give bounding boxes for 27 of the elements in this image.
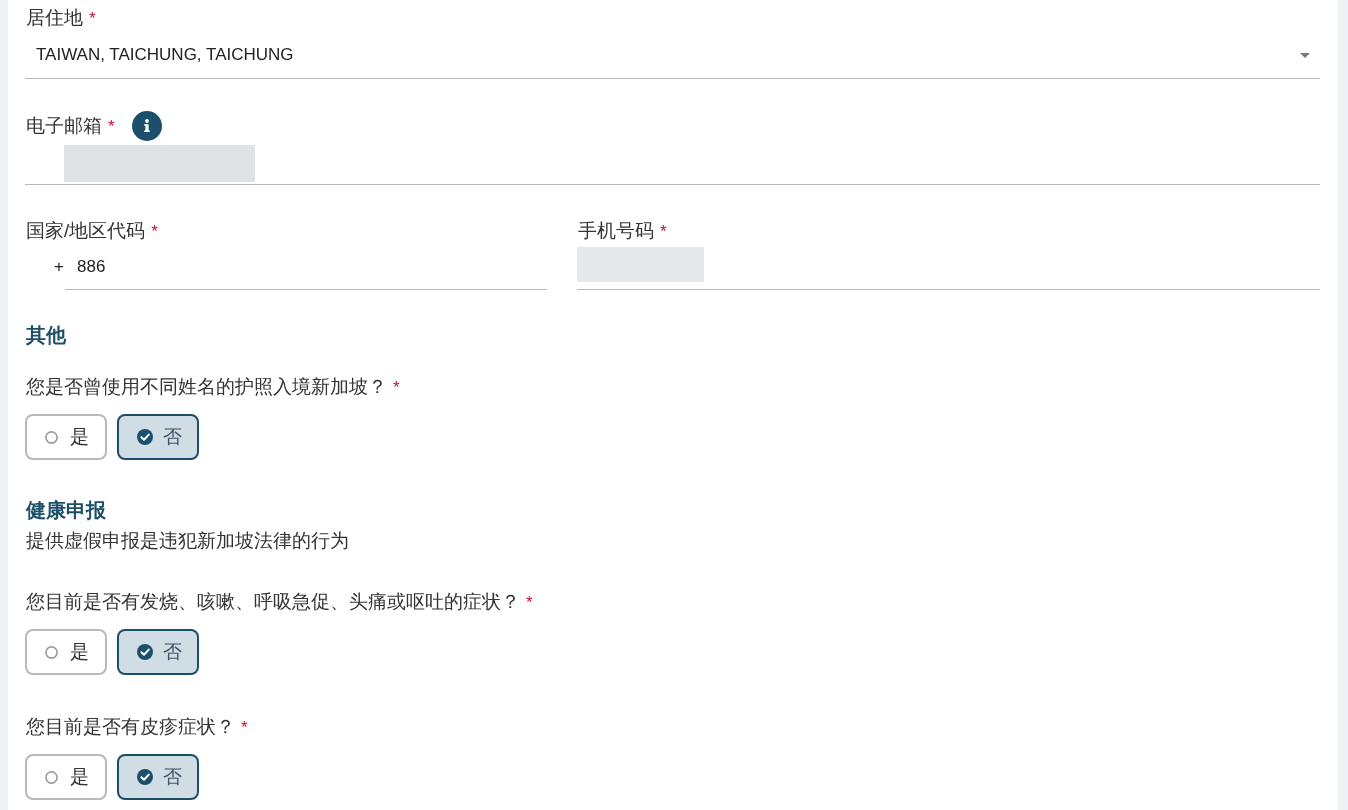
check-circle-icon — [137, 429, 153, 445]
radio-circle-icon — [45, 430, 58, 444]
field-label: 电子邮箱 * — [26, 113, 115, 138]
info-icon[interactable] — [131, 111, 162, 141]
radio-option[interactable]: 否 — [117, 414, 199, 460]
country-code-prefix: + — [54, 256, 65, 278]
field-label: 国家/地区代码 * — [26, 218, 158, 243]
section-heading: 健康申报 — [26, 499, 106, 521]
check-circle-icon — [137, 769, 153, 785]
radio-option[interactable]: 否 — [117, 629, 199, 675]
radio-option[interactable]: 否 — [117, 754, 199, 800]
radio-option[interactable]: 是 — [25, 629, 107, 675]
country-code-field[interactable]: 886 — [65, 243, 547, 290]
question-label: 您目前是否有皮疹症状？ * — [26, 716, 248, 737]
radio-option[interactable]: 是 — [25, 414, 107, 460]
section-note: 提供虚假申报是违犯新加坡法律的行为 — [26, 530, 349, 551]
field-label: 手机号码 * — [578, 218, 667, 243]
question-label: 您目前是否有发烧、咳嗽、呼吸急促、头痛或呕吐的症状？ * — [26, 591, 533, 612]
radio-circle-icon — [45, 770, 58, 784]
check-circle-icon — [137, 644, 153, 660]
radio-option[interactable]: 是 — [25, 754, 107, 800]
radio-circle-icon — [45, 645, 58, 659]
select-field[interactable]: TAIWAN, TAICHUNG, TAICHUNG — [25, 36, 1320, 79]
section-heading: 其他 — [26, 324, 66, 346]
caret-icon — [1300, 52, 1310, 58]
question-label: 您是否曾使用不同姓名的护照入境新加坡？ * — [26, 376, 400, 397]
field-label: 居住地 * — [26, 5, 96, 30]
